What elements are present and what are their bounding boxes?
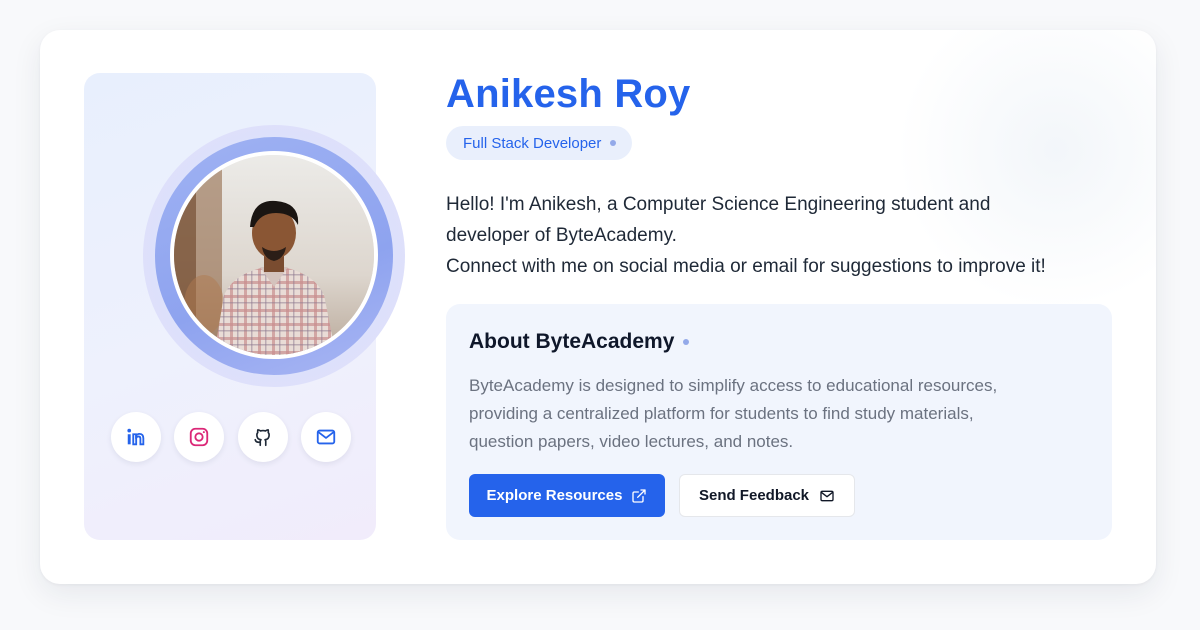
instagram-button[interactable]: [174, 412, 225, 462]
linkedin-button[interactable]: [111, 412, 161, 462]
about-line: providing a centralized platform for stu…: [469, 404, 974, 423]
role-badge: Full Stack Developer: [446, 126, 633, 160]
profile-card: Anikesh Roy Full Stack Developer Hello! …: [40, 30, 1156, 584]
role-label: Full Stack Developer: [463, 134, 602, 152]
external-link-icon: [632, 488, 647, 503]
intro-line: developer of ByteAcademy.: [446, 225, 677, 246]
mail-icon: [316, 429, 336, 445]
profile-content: Anikesh Roy Full Stack Developer Hello! …: [446, 30, 1116, 584]
avatar-panel: [84, 73, 405, 540]
send-feedback-label: Send Feedback: [698, 487, 810, 504]
linkedin-icon: [127, 428, 145, 446]
send-feedback-button[interactable]: Send Feedback: [679, 474, 855, 517]
intro-text: Hello! I'm Anikesh, a Computer Science E…: [446, 189, 1126, 282]
github-icon: [254, 429, 270, 447]
about-title-text: About ByteAcademy: [469, 330, 675, 353]
about-title: About ByteAcademy: [469, 330, 690, 354]
explore-resources-button[interactable]: Explore Resources: [469, 474, 665, 517]
mail-icon: [820, 490, 834, 501]
about-description: ByteAcademy is designed to simplify acce…: [469, 372, 1099, 456]
about-section: About ByteAcademy ByteAcademy is designe…: [446, 304, 1112, 540]
badge-dot: [610, 140, 617, 146]
title-dot: [683, 339, 690, 345]
instagram-icon: [190, 427, 209, 447]
social-links: [111, 412, 351, 462]
about-line: question papers, video lectures, and not…: [469, 432, 794, 451]
email-button[interactable]: [300, 412, 351, 462]
github-button[interactable]: [237, 412, 288, 462]
profile-name: Anikesh Roy: [446, 72, 691, 116]
intro-line: Connect with me on social media or email…: [446, 256, 1046, 277]
avatar: [170, 151, 378, 359]
explore-resources-label: Explore Resources: [486, 487, 623, 504]
intro-line: Hello! I'm Anikesh, a Computer Science E…: [446, 194, 991, 215]
about-line: ByteAcademy is designed to simplify acce…: [469, 376, 998, 395]
profile-photo: [174, 155, 374, 355]
